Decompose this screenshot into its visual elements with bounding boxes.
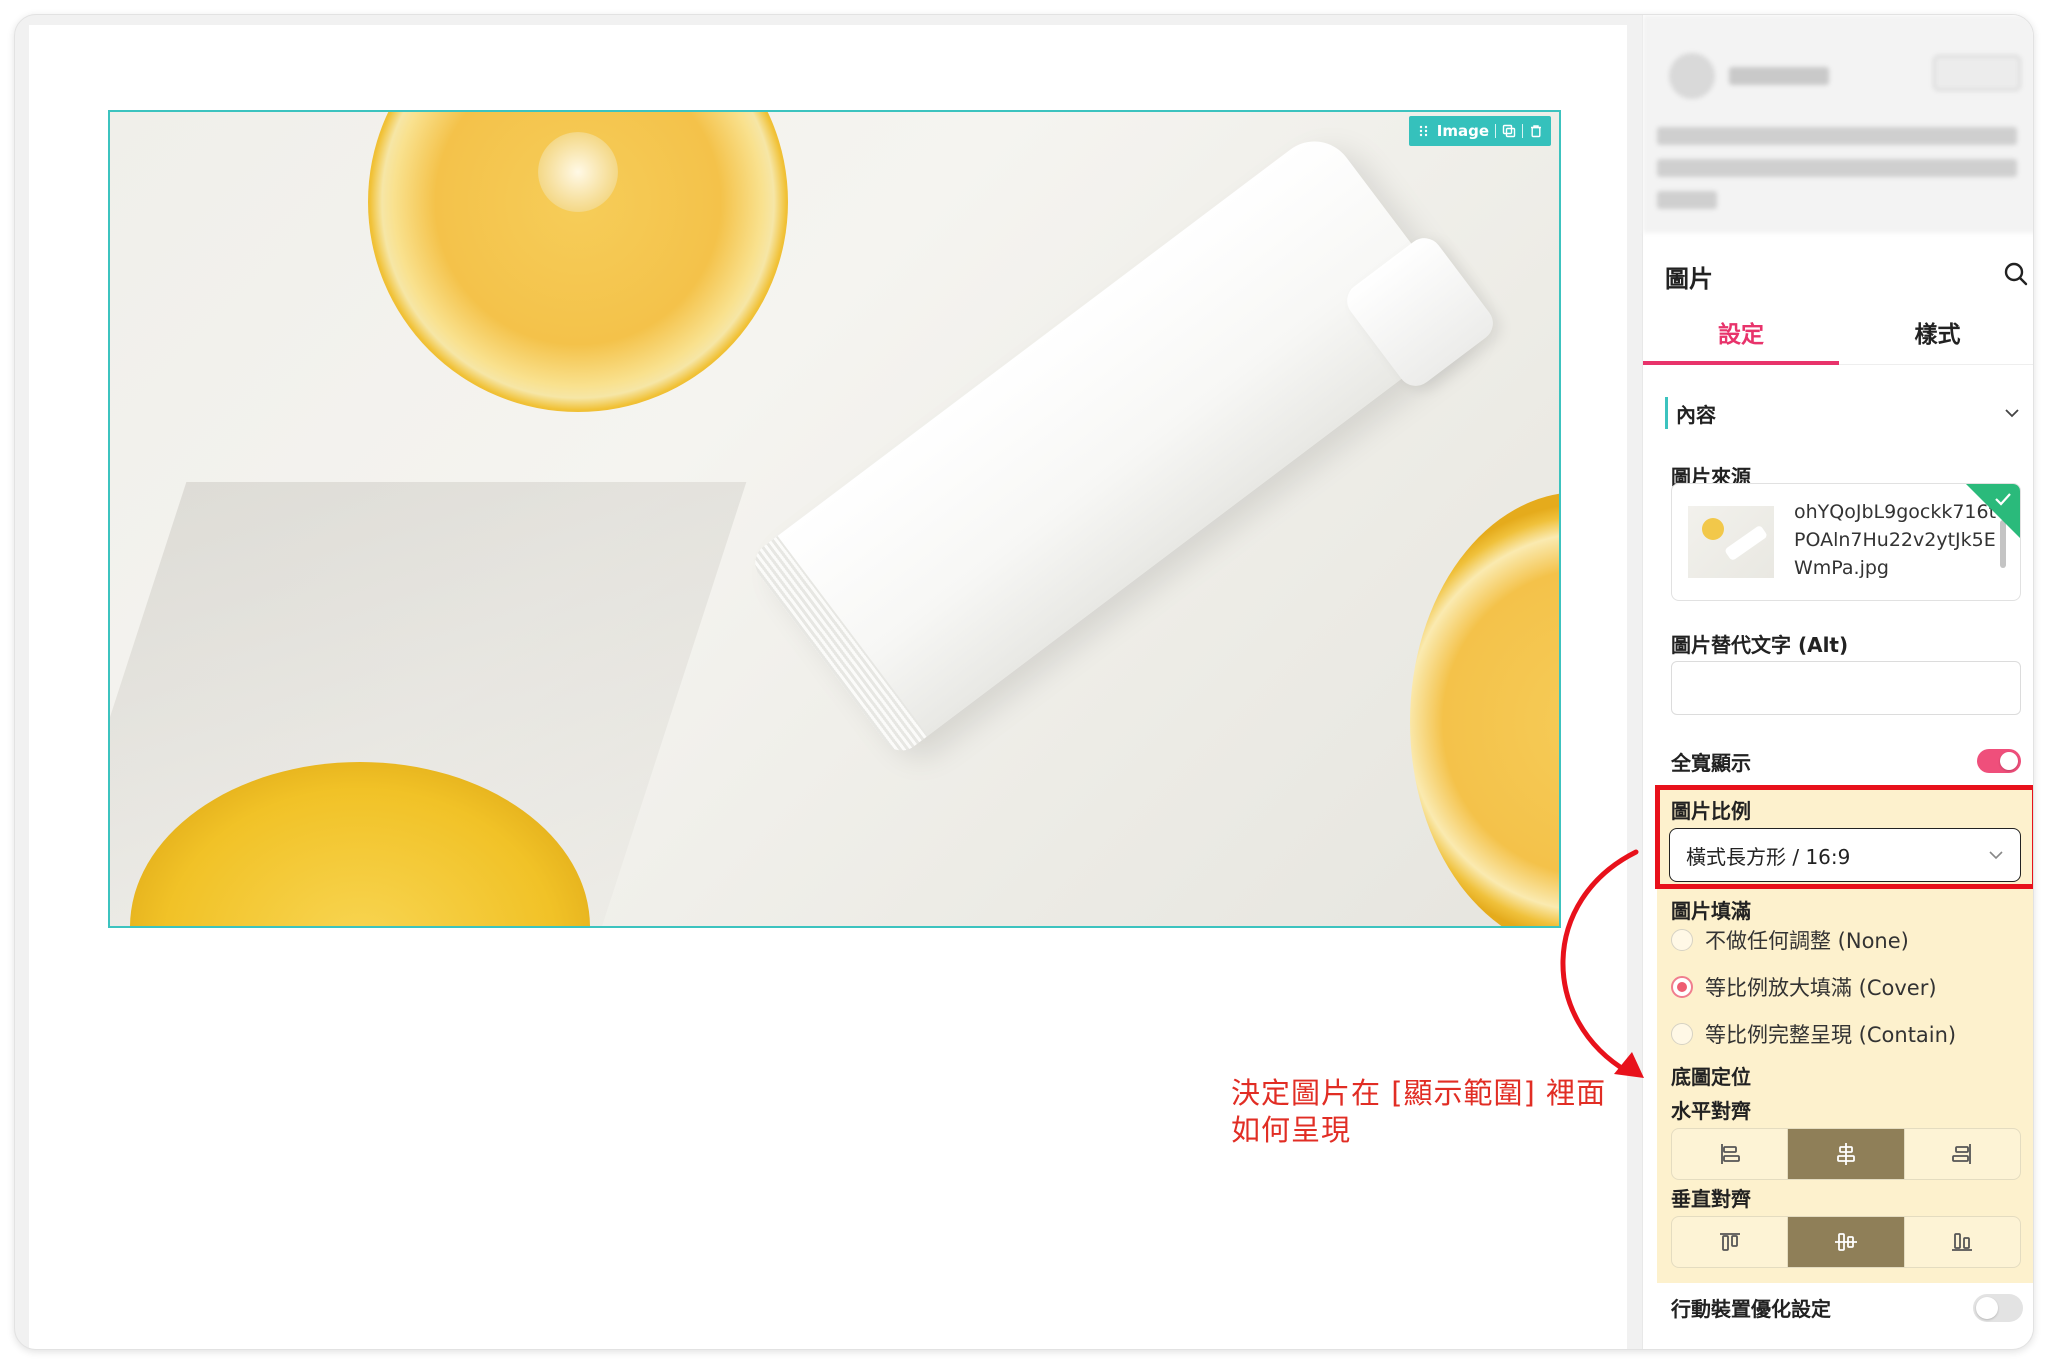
fit-option-none[interactable]: 不做任何調整 (None)	[1671, 925, 1909, 955]
mobile-optimize-label: 行動裝置優化設定	[1671, 1297, 1831, 1321]
horizontal-align-label: 水平對齊	[1671, 1099, 1751, 1123]
full-width-label: 全寬顯示	[1671, 751, 1751, 775]
align-left-icon	[1720, 1144, 1740, 1164]
image-source-picker[interactable]: ohYQoJbL9gockk716tPOAln7Hu22v2ytJk5EWmPa…	[1671, 483, 2021, 601]
align-right-button[interactable]	[1905, 1129, 2020, 1179]
settings-sidebar: 圖片 設定 樣式 內容 圖片來源 ohYQoJbL9gockk716tPOAln…	[1642, 15, 2033, 1349]
image-fit-label: 圖片填滿	[1671, 899, 1751, 923]
editor-canvas: Image 決定圖片在 [顯示範圍] 裡面 如何呈現	[29, 25, 1627, 1349]
toolbar-divider	[1495, 124, 1496, 138]
product-photo	[110, 112, 1559, 926]
drag-handle-icon[interactable]	[1417, 124, 1431, 138]
blurred-button	[1933, 55, 2021, 91]
avatar	[1669, 53, 1715, 99]
fit-option-contain[interactable]: 等比例完整呈現 (Contain)	[1671, 1019, 1956, 1049]
settings-tabs: 設定 樣式	[1643, 315, 2033, 365]
search-icon[interactable]	[2003, 261, 2029, 287]
radio-button[interactable]	[1671, 1023, 1693, 1045]
image-block[interactable]: Image	[108, 110, 1561, 928]
cream-tube	[747, 125, 1473, 759]
radio-button[interactable]	[1671, 976, 1693, 998]
check-icon	[1995, 493, 2011, 506]
horizontal-align-control	[1671, 1128, 2021, 1180]
blurred-name	[1729, 67, 1829, 85]
align-top-button[interactable]	[1672, 1217, 1789, 1267]
align-bottom-button[interactable]	[1905, 1217, 2020, 1267]
annotation-text: 決定圖片在 [顯示範圍] 裡面 如何呈現	[1231, 1075, 1611, 1149]
chevron-down-icon[interactable]	[2004, 405, 2020, 421]
align-center-icon	[1837, 1143, 1855, 1165]
vertical-align-label: 垂直對齊	[1671, 1187, 1751, 1211]
alt-text-label: 圖片替代文字 (Alt)	[1671, 633, 1849, 657]
blurred-text-line	[1657, 191, 1717, 209]
alt-text-input[interactable]	[1671, 661, 2021, 715]
align-right-icon	[1952, 1144, 1972, 1164]
toggle-knob	[2000, 752, 2018, 770]
copy-icon[interactable]	[1502, 124, 1516, 138]
fit-option-label: 不做任何調整 (None)	[1705, 929, 1909, 953]
section-accent-bar	[1665, 397, 1668, 429]
panel-title: 圖片	[1665, 265, 1713, 293]
vertical-align-control	[1671, 1216, 2021, 1268]
blurred-header	[1643, 15, 2033, 233]
image-thumbnail	[1688, 506, 1774, 578]
image-block-toolbar[interactable]: Image	[1408, 116, 1551, 146]
align-middle-button[interactable]	[1788, 1217, 1905, 1267]
align-center-button[interactable]	[1788, 1129, 1905, 1179]
tab-settings[interactable]: 設定	[1643, 315, 1839, 365]
blurred-text-line	[1657, 127, 2017, 145]
trash-icon[interactable]	[1529, 124, 1543, 138]
image-block-label: Image	[1436, 122, 1489, 140]
section-label: 內容	[1676, 402, 1716, 427]
lemon-slice-right	[1410, 492, 1559, 926]
mobile-optimize-toggle[interactable]	[1973, 1294, 2023, 1322]
toolbar-divider	[1522, 124, 1523, 138]
annotation-line-2: 如何呈現	[1231, 1113, 1352, 1147]
fit-option-cover[interactable]: 等比例放大填滿 (Cover)	[1671, 972, 1937, 1002]
align-top-icon	[1719, 1233, 1740, 1251]
section-content-header[interactable]: 內容	[1665, 395, 2020, 431]
annotation-highlight-box	[1655, 785, 2033, 889]
annotation-line-1: 決定圖片在 [顯示範圍] 裡面	[1231, 1076, 1607, 1110]
tube-crimp	[747, 535, 929, 759]
align-left-button[interactable]	[1672, 1129, 1789, 1179]
lemon-slice-top	[368, 112, 788, 412]
align-bottom-icon	[1952, 1233, 1973, 1251]
fit-option-label: 等比例放大填滿 (Cover)	[1705, 976, 1937, 1000]
full-width-toggle[interactable]	[1977, 749, 2021, 773]
blurred-text-line	[1657, 159, 2017, 177]
position-label: 底圖定位	[1671, 1065, 1751, 1089]
fit-option-label: 等比例完整呈現 (Contain)	[1705, 1023, 1957, 1047]
app-window: Image 決定圖片在 [顯示範圍] 裡面 如何呈現 圖片 設定 樣式 內容 圖…	[14, 14, 2034, 1350]
toggle-knob	[1976, 1297, 1998, 1319]
align-middle-icon	[1834, 1233, 1857, 1251]
radio-button[interactable]	[1671, 929, 1693, 951]
tab-style[interactable]: 樣式	[1839, 315, 2033, 365]
